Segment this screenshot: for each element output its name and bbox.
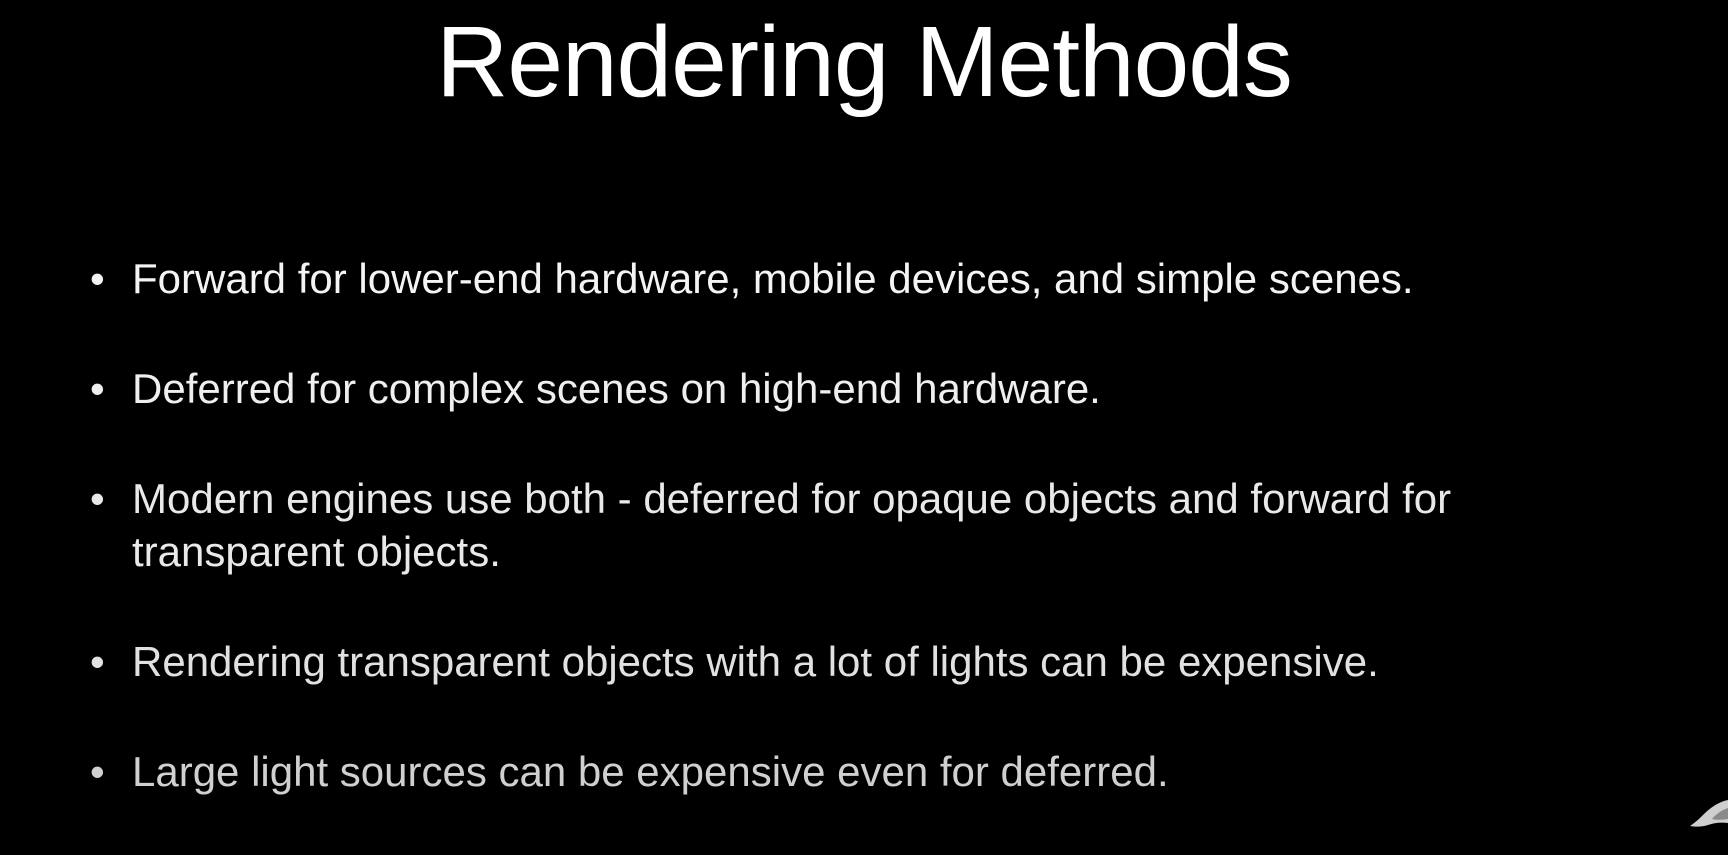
bullet-item: • Deferred for complex scenes on high-en… — [90, 362, 1650, 415]
bullet-item: • Rendering transparent objects with a l… — [90, 635, 1650, 688]
bullet-list: • Forward for lower-end hardware, mobile… — [90, 252, 1650, 855]
slide-title: Rendering Methods — [436, 6, 1293, 118]
bullet-glyph: • — [90, 638, 105, 685]
bullet-text: Deferred for complex scenes on high-end … — [132, 365, 1101, 412]
bullet-text: Rendering transparent objects with a lot… — [132, 638, 1379, 685]
bullet-item: • Forward for lower-end hardware, mobile… — [90, 252, 1650, 305]
bullet-text: Large light sources can be expensive eve… — [132, 748, 1169, 795]
presentation-slide: Rendering Methods • Forward for lower-en… — [0, 0, 1728, 832]
corner-decoration-icon — [1690, 800, 1728, 827]
bullet-glyph: • — [90, 365, 105, 412]
bullet-glyph: • — [90, 748, 105, 795]
bullet-item: • Modern engines use both - deferred for… — [90, 472, 1650, 578]
bullet-glyph: • — [90, 475, 105, 522]
bullet-item: • Large light sources can be expensive e… — [90, 745, 1650, 798]
bullet-text: Modern engines use both - deferred for o… — [132, 475, 1452, 575]
bullet-glyph: • — [90, 255, 105, 302]
bullet-text: Forward for lower-end hardware, mobile d… — [132, 255, 1414, 302]
